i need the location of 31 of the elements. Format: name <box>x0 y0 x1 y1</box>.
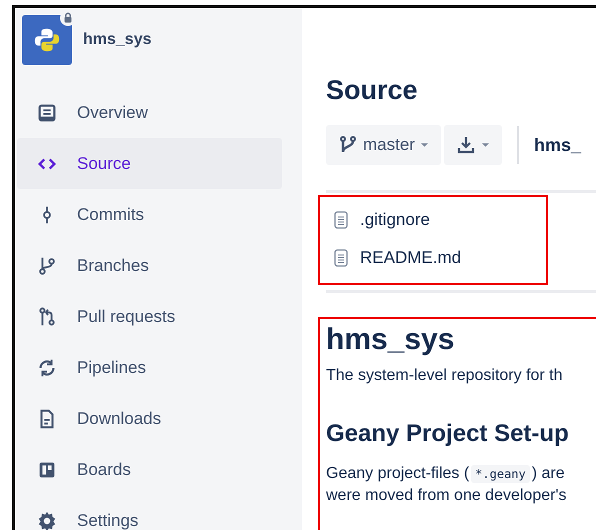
page-title: Source <box>326 75 419 106</box>
caret-icon <box>480 142 490 148</box>
download-button[interactable] <box>444 125 502 165</box>
file-name[interactable]: .gitignore <box>360 210 430 230</box>
file-name[interactable]: README.md <box>360 248 462 268</box>
sidebar-item[interactable]: Settings <box>17 495 282 530</box>
file-icon <box>334 211 348 229</box>
paragraph-text: Geany project-files ( <box>326 465 470 482</box>
file-icon <box>334 249 348 267</box>
sidebar-item[interactable]: Boards <box>17 444 282 495</box>
sidebar-item[interactable]: Overview <box>17 87 282 138</box>
caret-icon <box>420 142 429 148</box>
readme-title: hms_sys <box>326 323 456 357</box>
sidebar-item[interactable]: Pull requests <box>17 291 282 342</box>
sidebar-item[interactable]: Pipelines <box>17 342 282 393</box>
paragraph-text: ) are <box>532 465 565 482</box>
readme-intro: The system-level repository for th <box>326 367 564 385</box>
branch-icon <box>338 135 358 155</box>
python-logo-icon <box>33 26 61 54</box>
inline-code: *.geany <box>471 465 530 483</box>
overview-icon <box>36 102 58 124</box>
repository-name[interactable]: hms_sys <box>83 31 152 49</box>
branch-dropdown[interactable]: master <box>326 125 441 165</box>
repository-path[interactable]: hms_ <box>534 134 581 156</box>
section-heading: Geany Project Set-up <box>326 420 570 448</box>
download-icon <box>456 135 476 155</box>
paragraph-text: were moved from one developer's <box>326 487 567 504</box>
sidebar-item[interactable]: Commits <box>17 189 282 240</box>
sidebar-item[interactable]: Downloads <box>17 393 282 444</box>
sidebar-item[interactable]: Branches <box>17 240 282 291</box>
sidebar-item[interactable]: Source <box>17 138 282 189</box>
